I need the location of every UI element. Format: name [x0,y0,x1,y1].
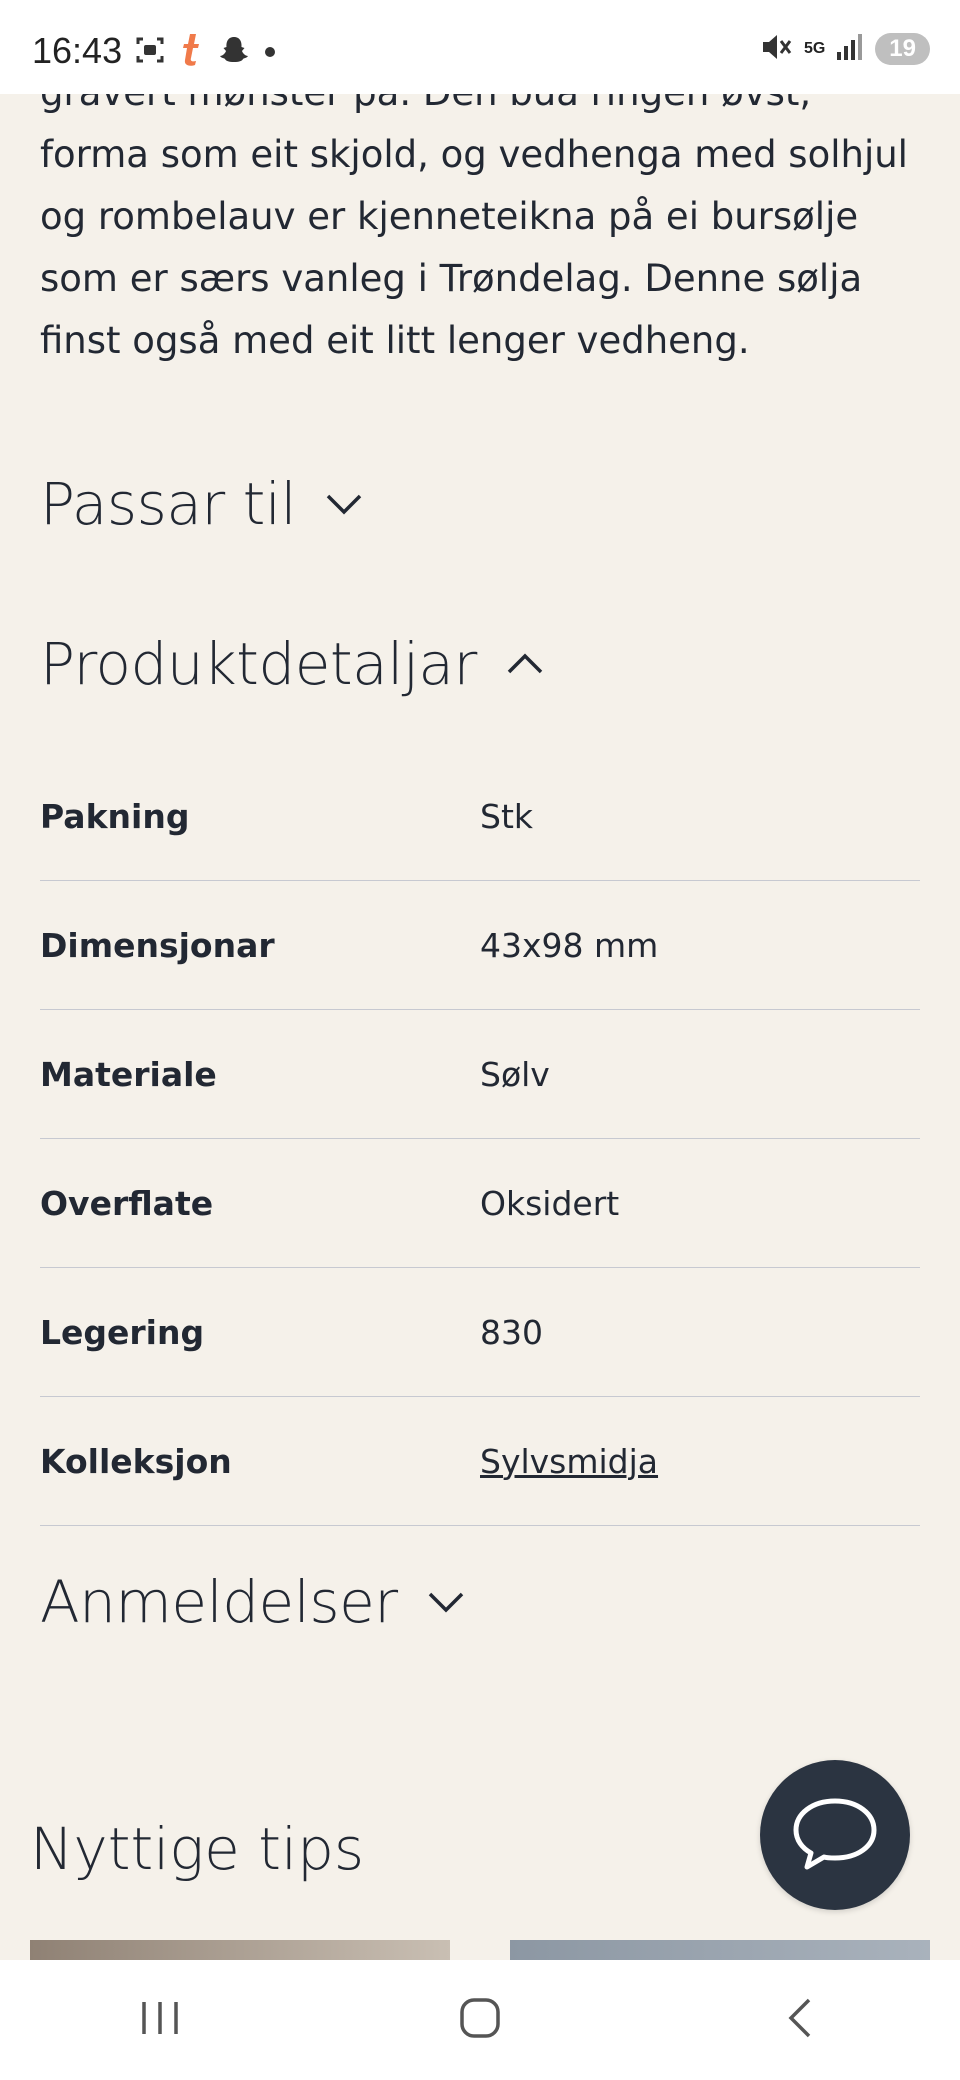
status-notification-icons [134,32,276,72]
home-button[interactable] [420,1975,540,2065]
product-details-table: Pakning Stk Dimensjonar 43x98 mm Materia… [40,752,920,1526]
recent-apps-icon [138,1998,182,2042]
battery-indicator: 19 [875,33,930,65]
detail-value: Oksidert [480,1183,620,1223]
description-text: gravert mønster på. Den bua ringen øvst,… [40,71,908,362]
network-type: 5G [803,40,826,57]
detail-key: Kolleksjon [40,1441,232,1481]
detail-value: 43x98 mm [480,925,659,965]
product-description: gravert mønster på. Den bua ringen øvst,… [40,62,930,372]
status-time: 16:43 [32,30,123,71]
accordion-title: Passar til [40,470,297,538]
snapchat-icon [218,34,250,70]
status-bar: 16:43 5G 19 [0,0,960,94]
chat-button[interactable] [760,1760,910,1910]
signal-icon [835,32,865,66]
home-icon [458,1996,502,2044]
mute-icon [760,32,794,66]
detail-value: 830 [480,1312,543,1352]
chevron-up-icon [505,652,545,676]
detail-row-kolleksjon: Kolleksjon Sylvsmidja [40,1397,920,1526]
detail-key: Materiale [40,1054,217,1094]
dot-icon [264,43,276,62]
detail-row-materiale: Materiale Sølv [40,1010,920,1139]
back-icon [785,1996,815,2044]
detail-key: Overflate [40,1183,214,1223]
accordion-produktdetaljar[interactable]: Produktdetaljar [40,630,545,698]
recent-apps-button[interactable] [100,1975,220,2065]
chevron-down-icon [324,492,364,516]
accordion-title: Produktdetaljar [40,630,477,698]
section-title-tips: Nyttige tips [30,1815,365,1883]
detail-key: Pakning [40,796,190,836]
detail-key: Legering [40,1312,205,1352]
screenshot-icon [134,34,166,70]
detail-row-legering: Legering 830 [40,1268,920,1397]
accordion-passar-til[interactable]: Passar til [40,470,364,538]
chat-bubble-icon [790,1795,880,1875]
chevron-down-icon [426,1590,466,1614]
detail-value: Stk [480,796,533,836]
detail-row-overflate: Overflate Oksidert [40,1139,920,1268]
accordion-title: Anmeldelser [40,1568,398,1636]
back-button[interactable] [740,1975,860,2065]
accordion-anmeldelser[interactable]: Anmeldelser [40,1568,466,1636]
detail-row-dimensjonar: Dimensjonar 43x98 mm [40,881,920,1010]
detail-row-pakning: Pakning Stk [40,752,920,881]
collection-link[interactable]: Sylvsmidja [480,1442,658,1481]
tumblr-icon [180,32,204,72]
status-system-icons: 5G 19 [760,32,930,66]
detail-key: Dimensjonar [40,925,275,965]
detail-value: Sølv [480,1054,550,1094]
system-nav-bar [0,1960,960,2080]
